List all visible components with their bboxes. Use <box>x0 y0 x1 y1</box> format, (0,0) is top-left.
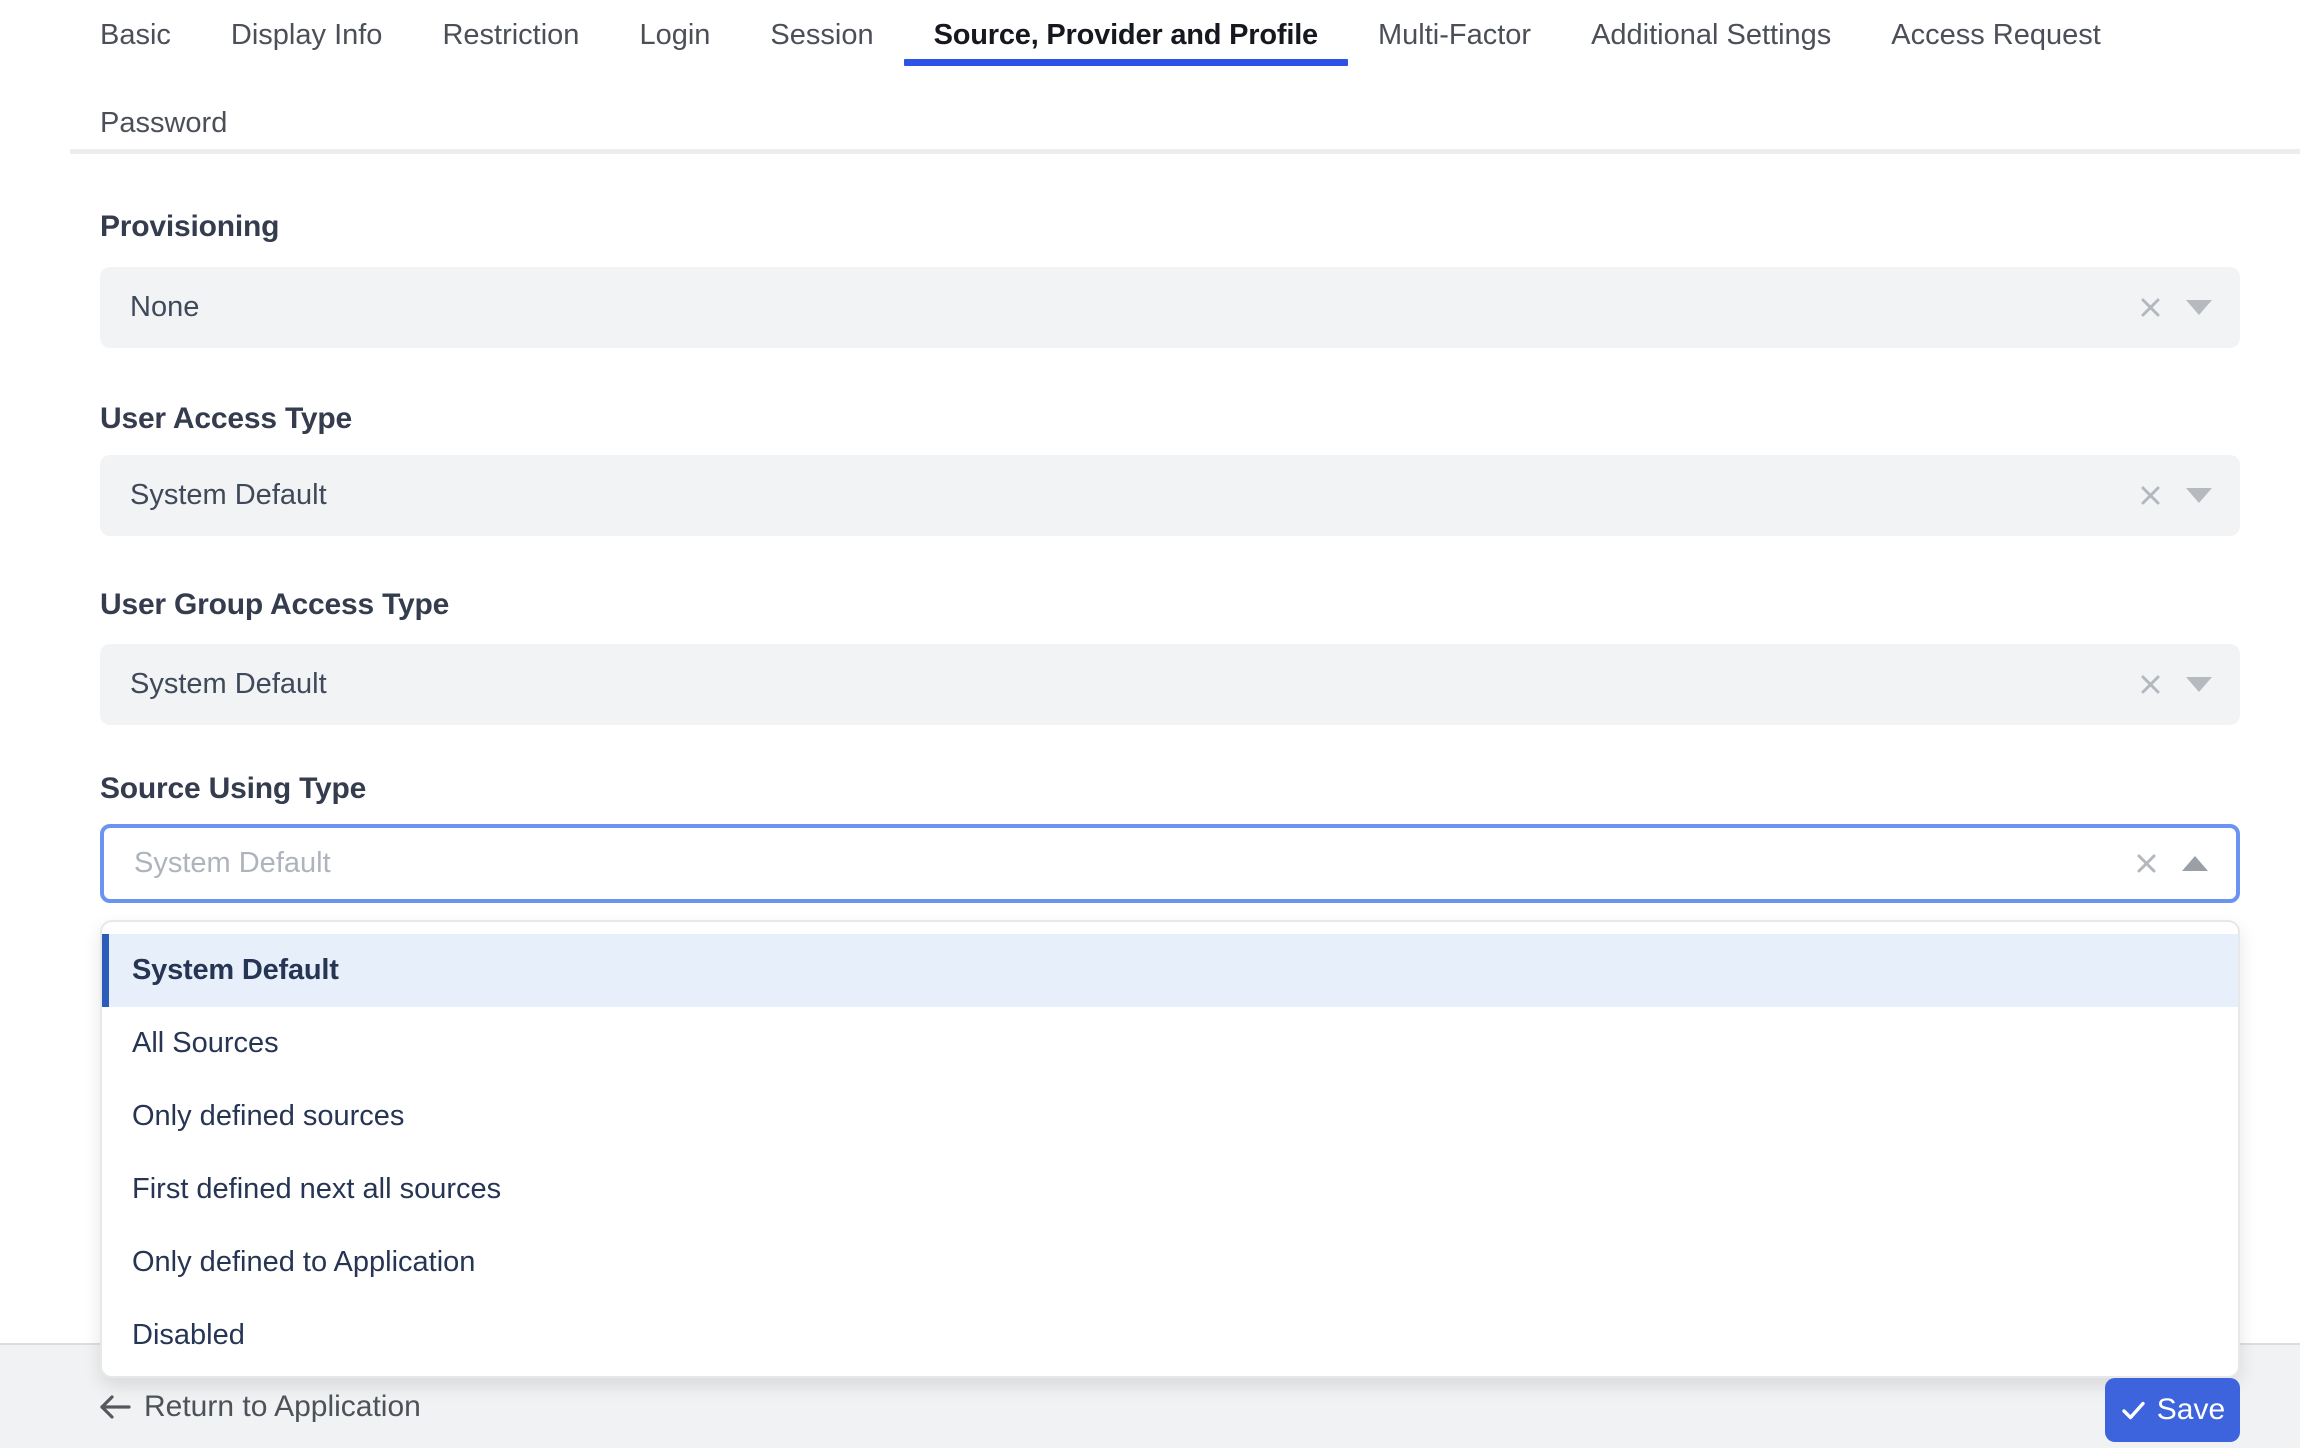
clear-icon[interactable] <box>2137 482 2164 509</box>
arrow-left-icon <box>100 1395 131 1419</box>
clear-icon[interactable] <box>2137 671 2164 698</box>
select-provisioning[interactable]: None <box>100 267 2240 348</box>
select-icons <box>2137 294 2240 321</box>
field-label-source-using-type: Source Using Type <box>100 772 367 805</box>
tab-password[interactable]: Password <box>70 92 257 154</box>
select-value: System Default <box>130 668 327 700</box>
option-only-defined-sources[interactable]: Only defined sources <box>102 1080 2238 1153</box>
tab-multi-factor[interactable]: Multi-Factor <box>1348 4 1561 66</box>
select-icons <box>2137 482 2240 509</box>
select-user-group-access-type[interactable]: System Default <box>100 644 2240 725</box>
caret-down-icon[interactable] <box>2186 488 2212 503</box>
tab-restriction[interactable]: Restriction <box>412 4 609 66</box>
return-to-application-link[interactable]: Return to Application <box>98 1390 421 1424</box>
settings-tab-bar: Basic Display Info Restriction Login Session… <box>70 4 2270 154</box>
field-label-user-access-type: User Access Type <box>100 402 352 435</box>
select-user-access-type[interactable]: System Default <box>100 455 2240 536</box>
field-label-provisioning: Provisioning <box>100 210 280 243</box>
source-using-type-dropdown-panel: System Default All Sources Only defined so… <box>100 920 2240 1378</box>
field-label-user-group-access-type: User Group Access Type <box>100 588 450 621</box>
option-disabled[interactable]: Disabled <box>102 1299 2238 1372</box>
select-icons <box>2133 850 2236 877</box>
select-value: System Default <box>130 479 327 511</box>
tab-access-request[interactable]: Access Request <box>1861 4 2131 66</box>
caret-up-icon[interactable] <box>2182 856 2208 871</box>
tab-session[interactable]: Session <box>740 4 903 66</box>
caret-down-icon[interactable] <box>2186 677 2212 692</box>
clear-icon[interactable] <box>2137 294 2164 321</box>
tabbar-divider <box>70 149 2300 154</box>
tab-basic[interactable]: Basic <box>70 4 201 66</box>
select-placeholder: System Default <box>134 847 331 879</box>
clear-icon[interactable] <box>2133 850 2160 877</box>
check-icon <box>2122 1401 2145 1419</box>
caret-down-icon[interactable] <box>2186 300 2212 315</box>
tab-source-provider-and-profile[interactable]: Source, Provider and Profile <box>903 4 1349 66</box>
select-value: None <box>130 291 200 323</box>
select-source-using-type[interactable]: System Default <box>100 824 2240 903</box>
return-to-application-label: Return to Application <box>144 1390 421 1423</box>
tab-display-info[interactable]: Display Info <box>201 4 413 66</box>
application-settings-page: Basic Display Info Restriction Login Session… <box>0 0 2300 1448</box>
save-button[interactable]: Save <box>2105 1378 2240 1442</box>
tab-login[interactable]: Login <box>609 4 740 66</box>
tab-additional-settings[interactable]: Additional Settings <box>1561 4 1861 66</box>
option-system-default[interactable]: System Default <box>102 934 2238 1007</box>
option-only-defined-to-application[interactable]: Only defined to Application <box>102 1226 2238 1299</box>
option-all-sources[interactable]: All Sources <box>102 1007 2238 1080</box>
select-icons <box>2137 671 2240 698</box>
option-first-defined-next-all-sources[interactable]: First defined next all sources <box>102 1153 2238 1226</box>
save-button-label: Save <box>2156 1393 2226 1426</box>
